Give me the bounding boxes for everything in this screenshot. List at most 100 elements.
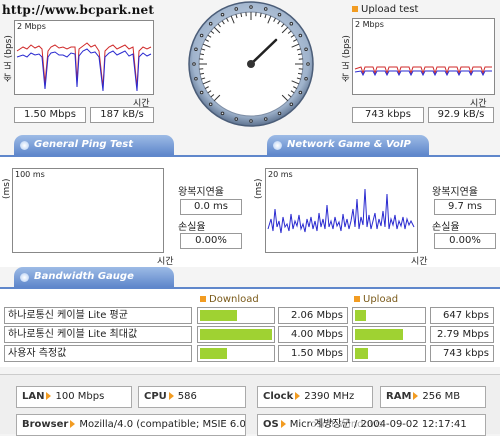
gauge-rim-dot bbox=[278, 112, 281, 115]
upload-bar bbox=[352, 345, 426, 362]
upload-bar-fill bbox=[355, 329, 403, 340]
gauge-rim-dot bbox=[221, 112, 224, 115]
gauge-rim-dot bbox=[235, 118, 238, 121]
ping-rtt-value: 0.0 ms bbox=[180, 199, 242, 215]
lan-label: LAN bbox=[22, 391, 44, 402]
gauge-rim-dot bbox=[195, 48, 198, 51]
gauge-rim-dot bbox=[305, 77, 308, 80]
ping-scale: 100 ms bbox=[15, 170, 45, 179]
download-scale: 2 Mbps bbox=[17, 22, 46, 31]
upload-value: 647 kbps bbox=[430, 307, 494, 324]
gauge-rim-dot bbox=[200, 34, 203, 37]
tab-bullet-icon bbox=[273, 141, 282, 150]
download-line-red bbox=[17, 43, 151, 87]
tab-bandwidth-gauge[interactable]: Bandwidth Gauge bbox=[14, 267, 174, 287]
download-bar-fill bbox=[200, 348, 227, 359]
upload-kbs: 92.9 kB/s bbox=[428, 107, 494, 123]
gauge-rim-dot bbox=[235, 8, 238, 11]
upload-title-marker bbox=[352, 6, 358, 12]
gauge-rim-dot bbox=[200, 91, 203, 94]
browser-label: Browser bbox=[22, 419, 68, 430]
ram-info: RAM 256 MB bbox=[380, 386, 486, 408]
download-panel: http://www.bcpark.net 속 도 (bps) 2 Mbps 시… bbox=[0, 0, 160, 125]
upload-title: Upload test bbox=[352, 4, 418, 15]
gauge-rim-dot bbox=[209, 103, 212, 106]
cpu-arrow-icon bbox=[169, 392, 174, 400]
download-header-text: Download bbox=[209, 294, 259, 305]
download-bar-fill bbox=[200, 329, 272, 340]
download-bar bbox=[197, 345, 275, 362]
bandwidth-row-name: 하나로통신 케이블 Lite 평균 bbox=[4, 307, 192, 324]
ping-x-label: 시간 bbox=[157, 254, 174, 267]
gauge-rim-dot bbox=[278, 13, 281, 16]
ping-rtt-label: 왕복지연율 bbox=[178, 183, 224, 198]
gauge-rim-dot bbox=[250, 120, 253, 123]
clock-value: 2390 MHz bbox=[304, 391, 354, 402]
upload-panel: Upload test 속 도 (bps) 2 Mbps 시간 743 kbps… bbox=[340, 0, 500, 125]
gauge-dial bbox=[186, 0, 316, 128]
game-rtt-value: 9.7 ms bbox=[434, 199, 496, 215]
ram-arrow-icon bbox=[413, 392, 418, 400]
download-header-marker bbox=[200, 296, 206, 302]
gauge-rim-dot bbox=[195, 77, 198, 80]
game-panel: (ms) 20 ms 시간 왕복지연율 9.7 ms 손실율 0.00% bbox=[250, 157, 500, 267]
gauge-rim-dot bbox=[264, 8, 267, 11]
upload-bar-fill bbox=[355, 348, 368, 359]
tab-bandwidth-gauge-label: Bandwidth Gauge bbox=[34, 271, 134, 282]
gauge-rim-dot bbox=[193, 63, 196, 66]
upload-header-text: Upload bbox=[363, 294, 398, 305]
ping-panel: (ms) 100 ms 시간 왕복지연율 0.0 ms 손실율 0.00% bbox=[0, 157, 250, 267]
download-value: 1.50 Mbps bbox=[278, 345, 348, 362]
ping-loss-label: 손실율 bbox=[178, 218, 206, 233]
upload-value: 2.79 Mbps bbox=[430, 326, 494, 343]
tab-general-ping[interactable]: General Ping Test bbox=[14, 135, 174, 155]
game-loss-value: 0.00% bbox=[434, 233, 496, 249]
upload-line-red bbox=[355, 67, 492, 73]
upload-graph-lines bbox=[353, 19, 494, 94]
gauge-rim-dot bbox=[290, 103, 293, 106]
gauge-rim-dot bbox=[221, 13, 224, 16]
tab-general-ping-label: General Ping Test bbox=[34, 139, 133, 150]
system-info: LAN100 Mbps CPU586 Clock2390 MHz RAM256 … bbox=[0, 374, 500, 434]
upload-bar bbox=[352, 307, 426, 324]
gauge-rim-dot bbox=[299, 34, 302, 37]
ram-value: 256 MB bbox=[422, 391, 460, 402]
tab-bullet-icon bbox=[20, 273, 29, 282]
upload-value: 743 kbps bbox=[430, 345, 494, 362]
ping-y-label: (ms) bbox=[2, 169, 12, 199]
upload-graph: 2 Mbps bbox=[352, 18, 495, 95]
download-line-blue bbox=[17, 49, 151, 91]
gauge-rim-dot bbox=[209, 22, 212, 25]
game-rtt-label: 왕복지연율 bbox=[432, 183, 478, 198]
footer-stamp: 계방장군 / 2004-09-02 12:17:41 bbox=[312, 415, 469, 430]
os-label: OS bbox=[263, 419, 279, 430]
download-bar bbox=[197, 307, 275, 324]
clock-info: Clock2390 MHz bbox=[257, 386, 373, 408]
bandwidth-row-name: 사용자 측정값 bbox=[4, 345, 192, 362]
game-graph-line bbox=[266, 169, 417, 252]
tab-network-game[interactable]: Network Game & VoIP Test bbox=[267, 135, 429, 155]
gauge-rim-dot bbox=[250, 6, 253, 9]
game-x-label: 시간 bbox=[411, 254, 428, 267]
download-bar bbox=[197, 326, 275, 343]
upload-scale: 2 Mbps bbox=[355, 20, 384, 29]
gauge-rim-dot bbox=[299, 91, 302, 94]
ping-graph: 100 ms bbox=[12, 168, 164, 253]
upload-title-text: Upload test bbox=[361, 4, 418, 15]
download-value: 2.06 Mbps bbox=[278, 307, 348, 324]
browser-value: Mozilla/4.0 (compatible; MSIE 6.0 bbox=[79, 419, 246, 430]
download-value: 4.00 Mbps bbox=[278, 326, 348, 343]
download-mbps: 1.50 Mbps bbox=[14, 107, 86, 123]
game-y-label: (ms) bbox=[254, 169, 264, 199]
bandwidth-row-name: 하나로통신 케이블 Lite 최대값 bbox=[4, 326, 192, 343]
watermark: http://www.bcpark.net bbox=[2, 3, 154, 17]
tab-bullet-icon bbox=[20, 141, 29, 150]
gauge-rim-dot bbox=[307, 63, 310, 66]
game-graph: 20 ms bbox=[265, 168, 418, 253]
download-kbs: 187 kB/s bbox=[90, 107, 154, 123]
speed-gauge bbox=[186, 0, 316, 128]
ram-label: RAM bbox=[386, 391, 411, 402]
game-scale: 20 ms bbox=[268, 170, 293, 179]
clock-arrow-icon bbox=[295, 392, 300, 400]
cpu-label: CPU bbox=[144, 391, 167, 402]
